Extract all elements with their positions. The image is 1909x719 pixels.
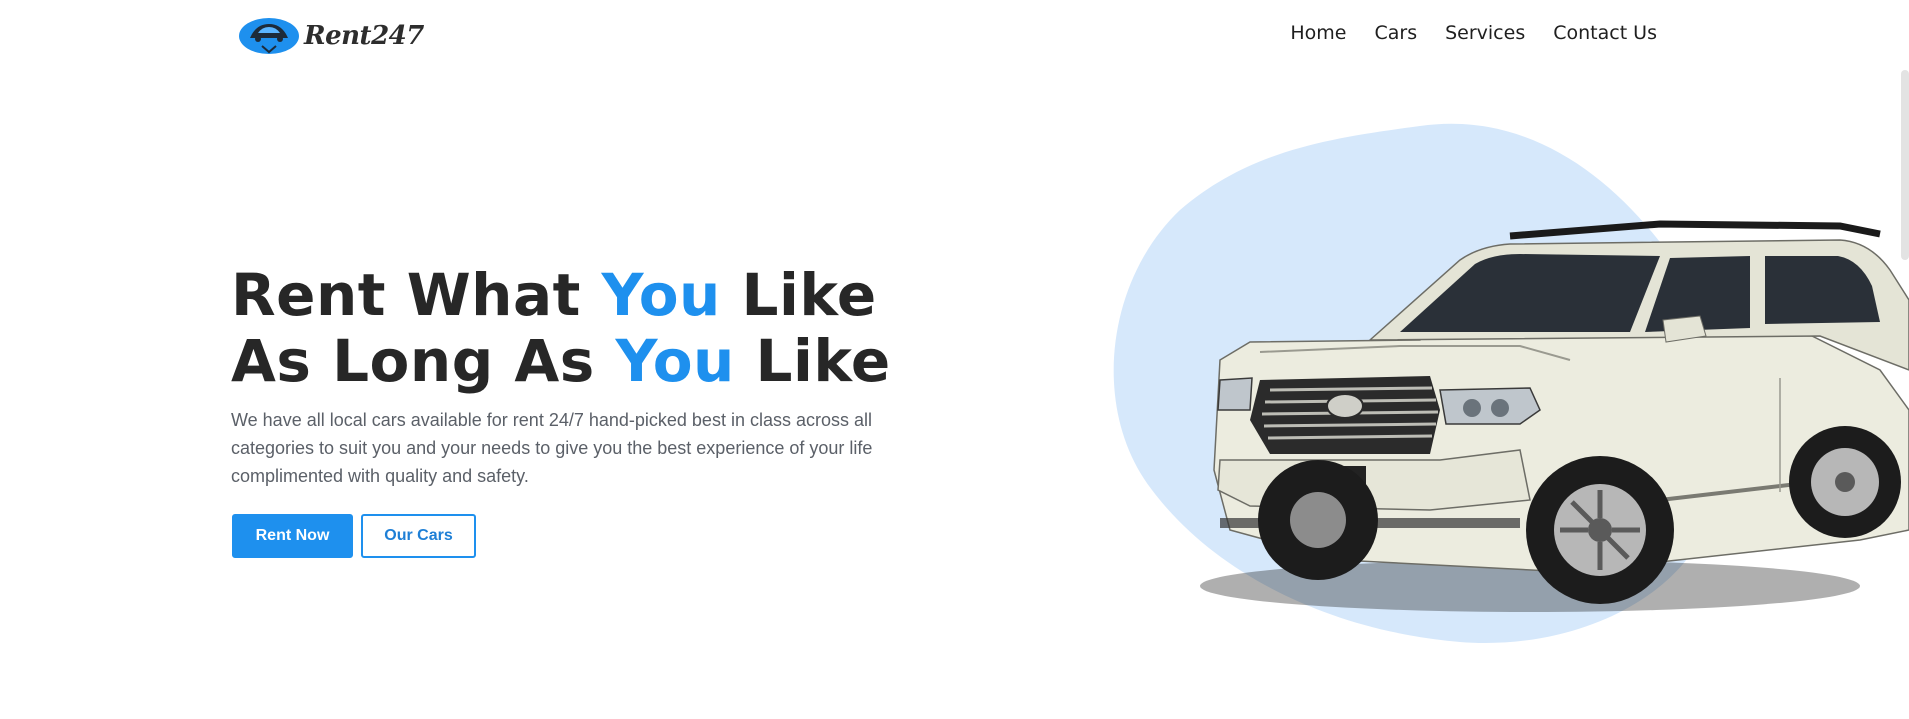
brand-name: Rent247 (304, 21, 424, 51)
navbar: Rent247 Home Cars Services Contact Us (0, 0, 1909, 70)
hero-line1-b: Like (720, 261, 877, 329)
car-logo-icon (239, 18, 299, 54)
hero-line1-a: Rent What (231, 261, 602, 329)
hero-line1-accent: You (601, 261, 721, 329)
nav-home[interactable]: Home (1290, 22, 1346, 44)
vertical-scrollbar[interactable] (1901, 70, 1909, 260)
hero-line2-accent: You (615, 327, 735, 395)
nav-cars[interactable]: Cars (1374, 22, 1417, 44)
hero-line2-a: As Long As (231, 327, 616, 395)
hero-description: We have all local cars available for ren… (231, 410, 873, 486)
hero-line2-b: Like (734, 327, 891, 395)
main-nav: Home Cars Services Contact Us (1290, 22, 1657, 44)
hero-car-image (1113, 123, 1909, 644)
hero-title: Rent What You Like As Long As You Like (231, 262, 891, 394)
rent-now-button[interactable]: Rent Now (232, 514, 353, 558)
our-cars-button[interactable]: Our Cars (361, 514, 476, 558)
brand-logo[interactable]: Rent247 (238, 14, 424, 58)
nav-services[interactable]: Services (1445, 22, 1525, 44)
nav-contact-us[interactable]: Contact Us (1553, 22, 1657, 44)
